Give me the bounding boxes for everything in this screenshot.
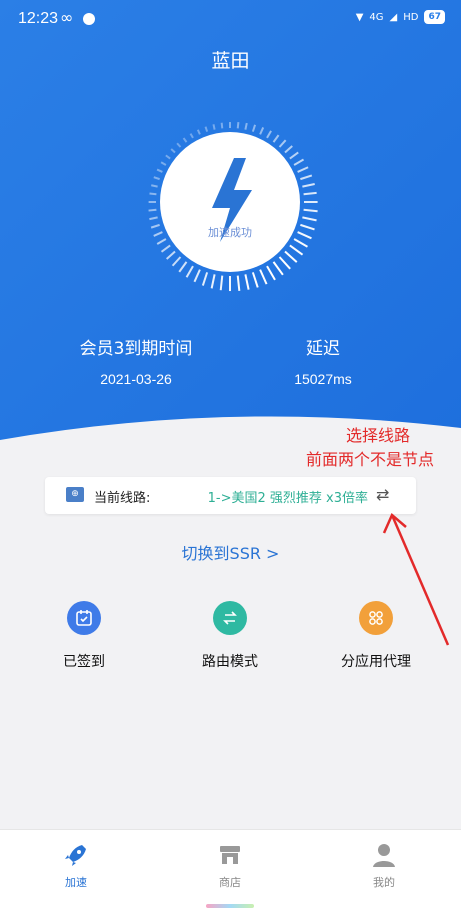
dial-tick [300, 174, 313, 181]
bottom-tab-bar: 加速 商店 我的 [0, 829, 461, 922]
feature-checkin[interactable]: 已签到 [19, 601, 149, 671]
dial-tick [193, 269, 201, 283]
tab-accelerate-label: 加速 [65, 876, 87, 889]
battery-icon: 67 [424, 10, 445, 24]
tab-accelerate[interactable]: 加速 [36, 840, 116, 890]
lightning-bolt-icon [212, 158, 252, 242]
dial-tick [259, 269, 268, 285]
current-line-label: 当前线路: [94, 491, 151, 506]
switch-ssr-link[interactable]: 切换到SSR > [0, 540, 461, 564]
dial-tick [148, 208, 157, 212]
infinity-icon: ∞ [60, 8, 74, 27]
store-icon [190, 840, 270, 870]
dial-tick [302, 216, 317, 222]
current-line-selector[interactable]: ⊕ 当前线路: 1->美国2 强烈推荐 x3倍率 ⇄ [45, 477, 416, 514]
dial-tick [236, 275, 241, 291]
signal-icon: ◢ [389, 11, 398, 23]
connect-button[interactable] [160, 130, 300, 270]
dial-tick [251, 272, 259, 288]
member-expiry-value: 2021-03-26 [100, 371, 172, 387]
page-title: 蓝田 [211, 50, 250, 72]
status-bar: 12:23 ∞ ▼ 4G ◢ HD 67 [0, 0, 461, 38]
dial-tick [303, 208, 318, 213]
dial-tick [236, 122, 240, 129]
tab-store[interactable]: 商店 [190, 840, 270, 890]
status-time: 12:23 [18, 10, 59, 27]
tab-mine[interactable]: 我的 [344, 840, 424, 890]
dial-tick [220, 122, 224, 129]
feature-route-mode[interactable]: 路由模式 [165, 601, 295, 671]
feature-route-mode-label: 路由模式 [202, 654, 258, 670]
dial-tick [244, 122, 248, 130]
dial-tick [219, 275, 224, 291]
dial-tick [300, 223, 315, 231]
rocket-icon [36, 840, 116, 870]
un-flag-icon: ⊕ [66, 487, 84, 502]
dial-tick [151, 184, 158, 188]
feature-checkin-label: 已签到 [63, 654, 105, 670]
dial-tick [149, 216, 158, 221]
dial-tick [201, 272, 209, 286]
notification-dot-icon [83, 13, 95, 25]
latency-value: 15027ms [294, 371, 352, 387]
wifi-icon: ▼ [355, 11, 364, 23]
member-expiry-label: 会员3到期时间 [79, 339, 193, 359]
latency-label: 延迟 [306, 339, 340, 359]
latency: 延迟 15027ms [273, 334, 373, 387]
feature-app-proxy[interactable]: 分应用代理 [311, 601, 441, 671]
route-swap-icon [213, 601, 247, 635]
member-expiry: 会员3到期时间 2021-03-26 [66, 334, 206, 387]
tab-mine-label: 我的 [373, 876, 395, 889]
hd-icon: HD [403, 11, 419, 23]
network-label: 4G [369, 11, 384, 23]
dial-tick [153, 176, 160, 181]
dial-tick [210, 274, 216, 289]
user-icon [344, 840, 424, 870]
tab-store-label: 商店 [219, 876, 241, 889]
current-line-value: 1->美国2 强烈推荐 x3倍率 [207, 491, 368, 506]
dial-tick [212, 124, 216, 130]
home-indicator [206, 904, 254, 908]
feature-app-proxy-label: 分应用代理 [341, 654, 411, 670]
connection-status-label: 加速成功 [208, 226, 252, 239]
dial-tick [150, 223, 160, 229]
swap-arrows-icon[interactable]: ⇄ [376, 485, 396, 505]
dial-tick [244, 274, 250, 290]
annotation-line1: 选择线路 [346, 426, 411, 445]
dial-tick [302, 183, 315, 188]
dial-tick [149, 192, 157, 196]
grid-apps-icon [359, 601, 393, 635]
dial-tick [303, 191, 317, 196]
calendar-check-icon [67, 601, 101, 635]
annotation-line2: 前面两个不是节点 [306, 450, 435, 469]
